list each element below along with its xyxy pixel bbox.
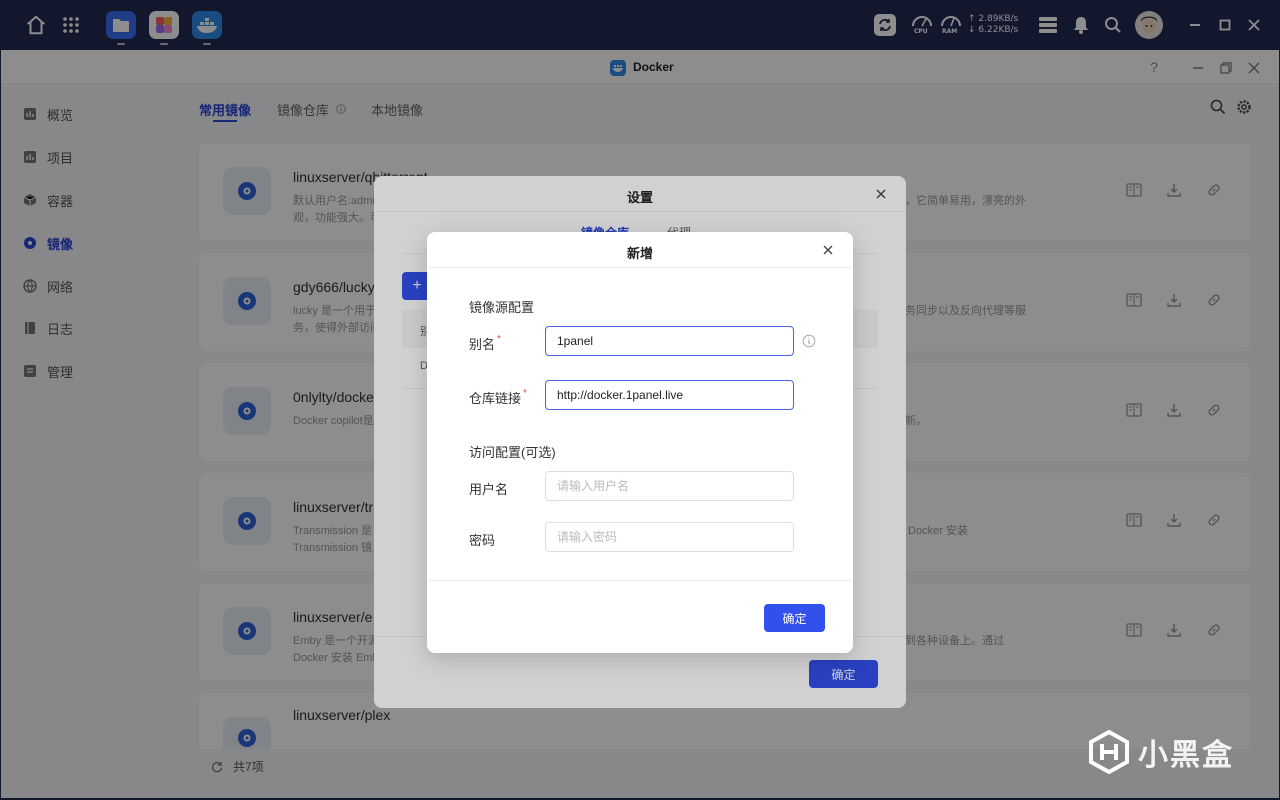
- info-icon[interactable]: [802, 334, 816, 348]
- username-label: 用户名: [469, 482, 509, 497]
- section-title-source: 镜像源配置: [469, 300, 535, 315]
- add-registry-dialog: 新增 镜像源配置 别名* 仓库链接* 访问配置(可选) 用户名 密码 确定: [427, 232, 853, 653]
- section-title-access: 访问配置(可选): [469, 445, 556, 460]
- watermark-text: 小黑盒: [1138, 739, 1234, 772]
- close-icon[interactable]: [821, 243, 835, 257]
- watermark-logo-icon: [1089, 730, 1129, 774]
- password-label: 密码: [469, 533, 496, 548]
- password-input[interactable]: [545, 522, 794, 552]
- footer-divider: [427, 580, 853, 581]
- username-input[interactable]: [545, 471, 794, 501]
- registry-url-input[interactable]: [545, 380, 794, 410]
- confirm-button[interactable]: 确定: [764, 604, 825, 632]
- watermark: 小黑盒: [1088, 730, 1234, 774]
- url-label: 仓库链接 *: [469, 388, 527, 406]
- dialog-title: 新增: [626, 246, 653, 261]
- alias-label: 别名 *: [469, 334, 501, 352]
- alias-input[interactable]: [545, 326, 794, 356]
- dialog-header: 新增: [427, 232, 853, 268]
